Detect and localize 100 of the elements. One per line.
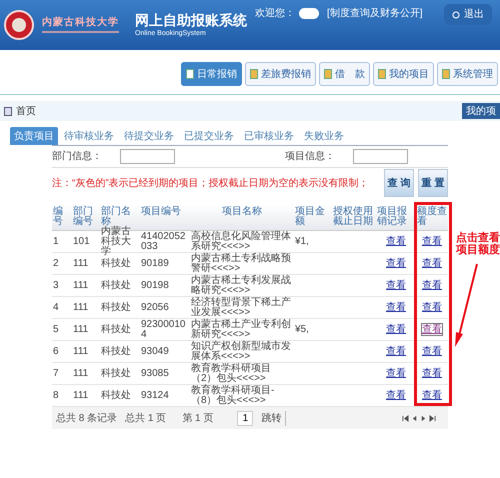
view-link[interactable]: 查看: [421, 345, 443, 358]
table-cell-text: 内蒙古稀土专利战略预警研<<<>>: [191, 254, 292, 274]
view-link[interactable]: 查看: [385, 235, 407, 248]
action-button[interactable]: 重 置: [418, 169, 448, 197]
next-page-icon[interactable]: [420, 414, 427, 422]
system-title: 网上自助报账系统: [135, 10, 247, 29]
filter-field[interactable]: [120, 149, 175, 164]
table-cell-text: 111: [73, 302, 90, 312]
filter-label: 项目信息：: [285, 150, 336, 164]
table-cell-text: 科技处: [101, 302, 132, 312]
welcome-label: 欢迎您：: [255, 6, 295, 21]
table-cell-text: 111: [73, 280, 90, 290]
record-count: 总共 8 条记录: [56, 412, 118, 426]
column-header: 额度查看: [416, 204, 448, 229]
table-cell-text: 5: [53, 324, 60, 334]
view-link[interactable]: 查看: [421, 279, 443, 292]
view-link[interactable]: 查看: [421, 367, 443, 380]
view-link[interactable]: 查看: [385, 323, 407, 336]
school-name: 内蒙古科技大学: [42, 17, 119, 29]
view-link[interactable]: 查看: [385, 345, 407, 358]
column-header: 编号: [52, 204, 64, 229]
annotation-text: 点击查看项目额度: [456, 232, 500, 256]
table-cell-text: 科技处: [101, 280, 132, 290]
jump-button[interactable]: 跳转: [261, 410, 286, 426]
view-link[interactable]: 查看: [421, 235, 443, 248]
tab[interactable]: 待审核业务: [60, 127, 118, 145]
view-link[interactable]: 查看: [385, 367, 407, 380]
table-cell-text: 93049: [141, 346, 170, 356]
last-page-icon[interactable]: [429, 414, 436, 422]
table-cell-text: 内蒙古科技大学: [101, 226, 132, 256]
nav-button[interactable]: 借 款: [319, 62, 370, 86]
table-cell-text: ¥5,: [295, 324, 310, 334]
view-link[interactable]: 查看: [385, 257, 407, 270]
tab[interactable]: 已审核业务: [240, 127, 298, 145]
table-cell-text: 高校信息化风险管理体系研究<<<>>: [191, 232, 292, 252]
column-header: 项目报销记录: [376, 204, 408, 229]
nav-button[interactable]: 系统管理: [437, 62, 498, 86]
page-icon: [4, 106, 12, 116]
table-cell-text: 90198: [141, 280, 170, 290]
nav-button[interactable]: 日常报销: [181, 62, 242, 86]
filter-label: 部门信息：: [52, 150, 103, 164]
column-header: 项目编号: [140, 204, 182, 219]
view-link[interactable]: 查看: [421, 301, 443, 314]
table-cell-text: 101: [73, 236, 91, 246]
tab[interactable]: 已提交业务: [180, 127, 238, 145]
table-cell-text: 3: [53, 280, 60, 290]
view-link[interactable]: 查看: [385, 279, 407, 292]
note-text: 注：“灰色的”表示已经到期的项目；授权截止日期为空的表示没有限制；: [52, 176, 369, 190]
public-link[interactable]: [制度查询及财务公开]: [327, 6, 423, 21]
tab[interactable]: 待提交业务: [120, 127, 178, 145]
table-cell-text: 93124: [141, 390, 170, 400]
view-link[interactable]: 查看: [421, 389, 443, 402]
document-icon: [442, 69, 450, 79]
view-link[interactable]: 查看: [385, 301, 407, 314]
filter-field[interactable]: [353, 149, 408, 164]
column-header: 项目金额: [294, 205, 326, 229]
page-field[interactable]: 1: [237, 410, 254, 426]
document-icon: [378, 69, 386, 79]
tab[interactable]: 失败业务: [300, 127, 348, 145]
first-page-icon[interactable]: [402, 414, 409, 422]
table-cell-text: 内蒙古稀土专利发展战略研究<<<>>: [191, 276, 292, 296]
view-link[interactable]: 查看: [385, 389, 407, 402]
column-header: 授权使用截止日期: [332, 204, 374, 229]
table-cell-text: ¥1,: [295, 236, 310, 246]
nav-button[interactable]: 我的项目: [373, 62, 434, 86]
table-cell-text: 6: [53, 346, 60, 356]
table-cell-text: 科技处: [101, 258, 132, 268]
table-cell-text: 内蒙古稀土产业专利创新研究<<<>>: [191, 320, 292, 340]
table-cell-text: 7: [53, 368, 60, 378]
column-header: 项目名称: [221, 205, 263, 219]
column-header: 部门编号: [72, 204, 94, 229]
table-cell-text: 1: [53, 236, 60, 246]
table-cell-text: 科技处: [101, 346, 132, 356]
table-cell-text: 923000104: [141, 320, 186, 340]
view-link[interactable]: 查看: [421, 323, 443, 336]
view-link[interactable]: 查看: [421, 257, 443, 270]
table-cell-text: 科技处: [101, 324, 132, 334]
my-projects-button[interactable]: 我的项: [462, 103, 500, 119]
table-cell-text: 8: [53, 390, 60, 400]
table-cell-text: 教育教学科研项目（2）包头<<<>>: [191, 364, 272, 384]
table-cell-text: 93085: [141, 368, 170, 378]
table-cell-text: 111: [73, 258, 90, 268]
table-cell-text: 111: [73, 324, 90, 334]
table-cell-text: 111: [73, 390, 90, 400]
table-cell-text: 90189: [141, 258, 170, 268]
action-button[interactable]: 查 询: [384, 169, 414, 197]
previous-page-icon[interactable]: [411, 414, 418, 422]
breadcrumb-label: 首页: [16, 104, 36, 118]
document-icon: [324, 69, 332, 79]
name-redaction: [299, 8, 319, 19]
logout-button[interactable]: 退出: [444, 4, 492, 25]
column-header: 部门名称: [100, 204, 132, 227]
table-cell-text: 4: [53, 302, 60, 312]
table-cell-text: 111: [73, 346, 90, 356]
document-icon: [186, 69, 194, 79]
table-cell-text: 111: [73, 368, 90, 378]
table-cell-text: 经济转型背景下稀土产业发展<<<>>: [191, 298, 292, 318]
table-cell-text: 科技处: [101, 390, 132, 400]
nav-button[interactable]: 差旅费报销: [245, 62, 316, 86]
table-cell-text: 2: [53, 258, 60, 268]
